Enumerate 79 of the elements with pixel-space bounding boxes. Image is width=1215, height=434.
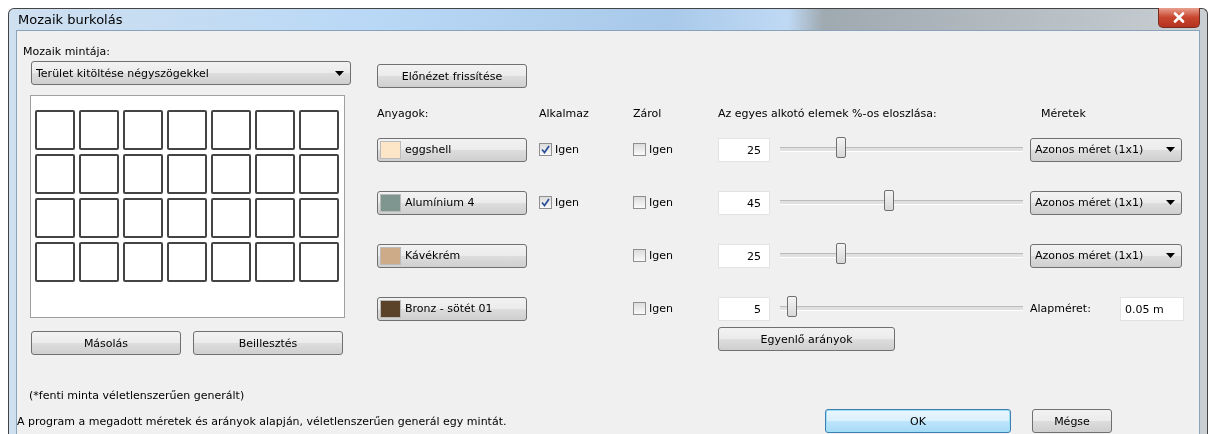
- checkbox[interactable]: [633, 302, 646, 315]
- column-header: Anyagok:: [377, 107, 430, 122]
- dropdown-caret-icon: [1166, 147, 1175, 152]
- mosaic-tile: [299, 110, 339, 150]
- slider-thumb[interactable]: [884, 190, 895, 211]
- mosaic-tile: [255, 154, 295, 194]
- paste-button[interactable]: Beillesztés: [193, 331, 343, 355]
- material-button[interactable]: Kávékrém: [377, 243, 527, 268]
- mosaic-tile: [79, 198, 119, 238]
- mosaic-tile: [299, 242, 339, 282]
- column-header: Alkalmaz: [539, 107, 590, 122]
- base-size-label: Alapméret:: [1030, 302, 1091, 315]
- slider-thumb[interactable]: [787, 296, 798, 317]
- mosaic-tile: [79, 154, 119, 194]
- dropdown-caret-icon: [335, 70, 344, 76]
- mosaic-tile: [299, 154, 339, 194]
- mosaic-tile: [123, 198, 163, 238]
- checkbox-label: Igen: [649, 302, 673, 315]
- mosaic-tile: [35, 154, 75, 194]
- dropdown-caret-icon: [1166, 253, 1175, 258]
- size-dropdown[interactable]: Azonos méret (1x1): [1030, 137, 1182, 162]
- checkbox[interactable]: [633, 249, 646, 262]
- column-header: Méretek: [1041, 107, 1087, 122]
- mosaic-tile: [211, 242, 251, 282]
- mosaic-tile: [255, 242, 295, 282]
- mosaic-tile: [255, 198, 295, 238]
- refresh-preview-button[interactable]: Előnézet frissítése: [377, 64, 527, 88]
- mosaic-tile: [79, 242, 119, 282]
- checkbox-label: Igen: [555, 143, 579, 156]
- note-text: (*fenti minta véletlenszerűen generált): [29, 389, 246, 402]
- status-text: A program a megadott méretek és arányok alapján, véletlenszerűen generál egy mintát.: [17, 414, 508, 428]
- mosaic-tile: [255, 110, 295, 150]
- checkbox-label: Igen: [649, 249, 673, 262]
- cancel-button[interactable]: Mégse: [1032, 409, 1112, 433]
- pattern-dropdown[interactable]: Terület kitöltése négyszögekkel: [31, 61, 351, 85]
- mosaic-tile: [299, 198, 339, 238]
- mosaic-tile: [79, 110, 119, 150]
- checkbox[interactable]: [539, 143, 552, 156]
- mosaic-tile: [211, 154, 251, 194]
- checkbox[interactable]: [633, 143, 646, 156]
- checkbox-label: Igen: [649, 196, 673, 209]
- percent-field[interactable]: 5: [718, 296, 770, 321]
- equal-ratios-button[interactable]: Egyenlő arányok: [718, 327, 895, 351]
- mosaic-tile: [211, 198, 251, 238]
- material-button[interactable]: Bronz - sötét 01: [377, 296, 527, 321]
- material-button[interactable]: eggshell: [377, 137, 527, 162]
- mosaic-tile: [123, 242, 163, 282]
- mosaic-tile: [167, 154, 207, 194]
- mosaic-tile: [167, 198, 207, 238]
- slider-thumb[interactable]: [835, 243, 846, 264]
- checkbox[interactable]: [539, 196, 552, 209]
- mosaic-tile: [167, 242, 207, 282]
- checkbox-label: Igen: [649, 143, 673, 156]
- checkbox-label: Igen: [555, 196, 579, 209]
- mosaic-tile: [123, 110, 163, 150]
- mosaic-tile: [35, 198, 75, 238]
- close-button[interactable]: [1158, 8, 1200, 28]
- close-icon: [1172, 12, 1186, 23]
- checkbox[interactable]: [633, 196, 646, 209]
- slider-thumb[interactable]: [835, 137, 846, 158]
- copy-button[interactable]: Másolás: [31, 331, 181, 355]
- mosaic-tile: [211, 110, 251, 150]
- mosaic-tile: [35, 242, 75, 282]
- mosaic-tile: [123, 154, 163, 194]
- percent-field[interactable]: 25: [718, 243, 770, 268]
- mosaic-tile: [167, 110, 207, 150]
- material-button[interactable]: Alumínium 4: [377, 190, 527, 215]
- window-title: Mozaik burkolás: [17, 12, 123, 27]
- size-dropdown[interactable]: Azonos méret (1x1): [1030, 243, 1182, 268]
- ok-button[interactable]: OK: [825, 409, 1011, 433]
- mosaic-tile: [35, 110, 75, 150]
- pattern-label: Mozaik mintája:: [23, 45, 111, 60]
- column-header: Az egyes alkotó elemek %-os eloszlása:: [718, 107, 938, 122]
- size-dropdown[interactable]: Azonos méret (1x1): [1030, 190, 1182, 215]
- percent-field[interactable]: 25: [718, 137, 770, 162]
- base-size-field[interactable]: 0.05 m: [1120, 296, 1184, 321]
- column-header: Zárol: [633, 107, 663, 122]
- dropdown-caret-icon: [1166, 200, 1175, 205]
- percent-field[interactable]: 45: [718, 190, 770, 215]
